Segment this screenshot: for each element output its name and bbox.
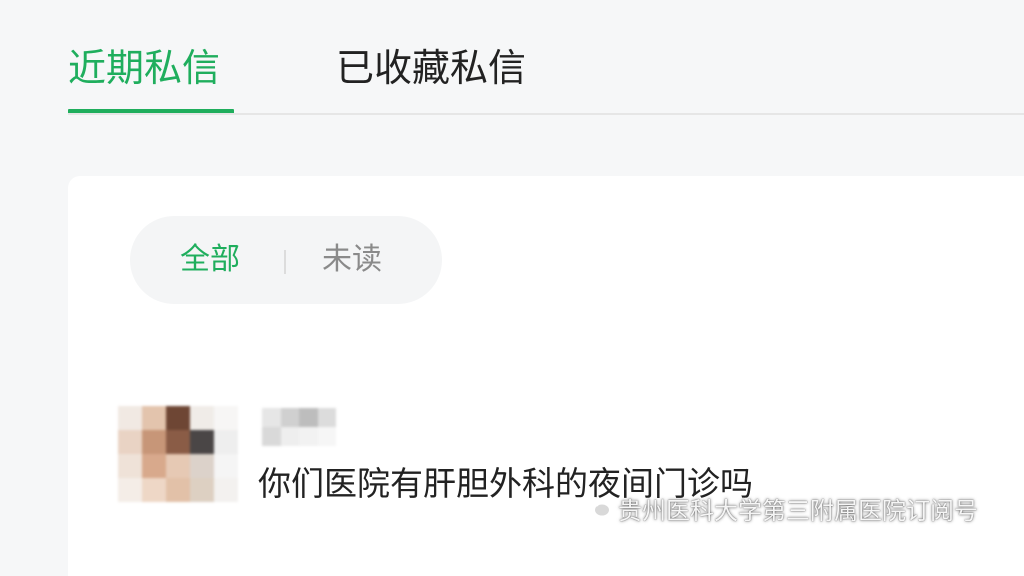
tab-recent-messages[interactable]: 近期私信 — [68, 42, 220, 94]
wechat-logo-icon — [582, 495, 612, 521]
tab-favorite-messages[interactable]: 已收藏私信 — [336, 42, 526, 94]
read-filter-toggle: 全部 未读 — [130, 216, 442, 304]
tab-bar-divider — [68, 113, 1024, 115]
sender-name-pixelated — [262, 408, 336, 446]
pixelated-avatar-icon — [118, 406, 238, 502]
account-watermark: 贵州医科大学第三附属医院订阅号 — [582, 488, 978, 528]
watermark-text: 贵州医科大学第三附属医院订阅号 — [618, 496, 978, 525]
filter-all-button[interactable]: 全部 — [180, 242, 240, 278]
message-list-item[interactable]: 你们医院有肝胆外科的夜间门诊吗 — [68, 366, 1024, 566]
filter-unread-button[interactable]: 未读 — [322, 242, 382, 278]
tab-bar: 近期私信 已收藏私信 — [0, 0, 1024, 115]
filter-divider — [284, 250, 286, 274]
